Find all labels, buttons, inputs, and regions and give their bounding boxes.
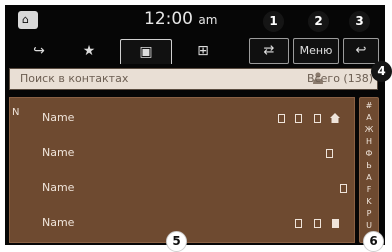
callout-badge-3: 3 bbox=[349, 11, 370, 32]
tab-call-history[interactable]: ↪ bbox=[17, 39, 61, 63]
office-icon bbox=[332, 219, 339, 228]
work-phone-icon bbox=[314, 114, 321, 123]
device-switch-button[interactable]: ⇄ bbox=[249, 38, 289, 64]
callout-badge-1: 1 bbox=[263, 11, 284, 32]
index-letter[interactable]: U bbox=[360, 221, 378, 231]
section-letter: N bbox=[12, 107, 20, 118]
phone-contacts-screen: ⌂ 12:00 am ↪ ★ ▣ ⊞ ⇄ Меню ↩ Поиск в конт… bbox=[5, 5, 385, 245]
tab-contacts[interactable]: ▣ bbox=[120, 39, 172, 64]
clock: 12:00 am bbox=[144, 9, 217, 30]
home-phone-icon bbox=[295, 114, 302, 123]
index-letter[interactable]: P bbox=[360, 209, 378, 219]
index-letter[interactable]: Ж bbox=[360, 125, 378, 135]
index-letter[interactable]: А bbox=[360, 113, 378, 123]
search-placeholder: Поиск в контактах bbox=[20, 72, 129, 85]
back-icon: ↩ bbox=[355, 43, 367, 58]
index-letter[interactable]: A bbox=[360, 173, 378, 183]
callout-badge-5: 5 bbox=[166, 231, 187, 252]
tab-keypad[interactable]: ⊞ bbox=[181, 39, 225, 63]
contact-name: Name bbox=[42, 216, 75, 229]
phone-switch-icon: ⇄ bbox=[263, 43, 275, 58]
contact-row[interactable]: Name bbox=[10, 102, 354, 136]
home-phone-icon bbox=[314, 219, 321, 228]
callout-badge-2: 2 bbox=[308, 11, 329, 32]
index-letter[interactable]: Н bbox=[360, 137, 378, 147]
callout-badge-4: 4 bbox=[371, 61, 392, 82]
contacts-icon: ▣ bbox=[139, 44, 153, 60]
clock-time: 12:00 bbox=[144, 9, 193, 29]
index-letter[interactable]: Ь bbox=[360, 161, 378, 171]
callout-badge-6: 6 bbox=[363, 231, 384, 252]
contact-name: Name bbox=[42, 111, 75, 124]
search-contacts-field[interactable]: Поиск в контактах Всего (138) bbox=[9, 68, 378, 90]
contact-row[interactable]: Name bbox=[10, 137, 354, 171]
index-letter[interactable]: K bbox=[360, 197, 378, 207]
contact-name: Name bbox=[42, 146, 75, 159]
back-button[interactable]: ↩ bbox=[343, 38, 379, 64]
mobile-icon bbox=[340, 184, 347, 193]
home-icon bbox=[330, 113, 340, 123]
mobile-icon bbox=[278, 114, 285, 123]
home-icon: ⌂ bbox=[22, 13, 29, 26]
clock-ampm: am bbox=[198, 13, 218, 27]
contact-name: Name bbox=[42, 181, 75, 194]
contact-row[interactable]: Name bbox=[10, 172, 354, 206]
index-letter[interactable]: F bbox=[360, 185, 378, 195]
alphabet-index-bar[interactable]: # А Ж Н Ф Ь A F K P U bbox=[359, 97, 379, 243]
toolbar: ↪ ★ ▣ ⊞ ⇄ Меню ↩ bbox=[5, 35, 385, 67]
menu-button[interactable]: Меню bbox=[293, 38, 339, 64]
contacts-total: Всего (138) bbox=[307, 72, 373, 85]
index-letter[interactable]: Ф bbox=[360, 149, 378, 159]
keypad-icon: ⊞ bbox=[197, 43, 209, 59]
favorites-icon: ★ bbox=[82, 43, 96, 59]
index-letter[interactable]: # bbox=[360, 101, 378, 111]
other-phone-icon bbox=[326, 149, 333, 158]
mobile-icon bbox=[295, 219, 302, 228]
tab-favorites[interactable]: ★ bbox=[67, 39, 111, 63]
home-button[interactable]: ⌂ bbox=[18, 11, 38, 29]
contact-list[interactable]: Name Name Name Name bbox=[9, 97, 355, 243]
call-history-icon: ↪ bbox=[33, 43, 45, 59]
